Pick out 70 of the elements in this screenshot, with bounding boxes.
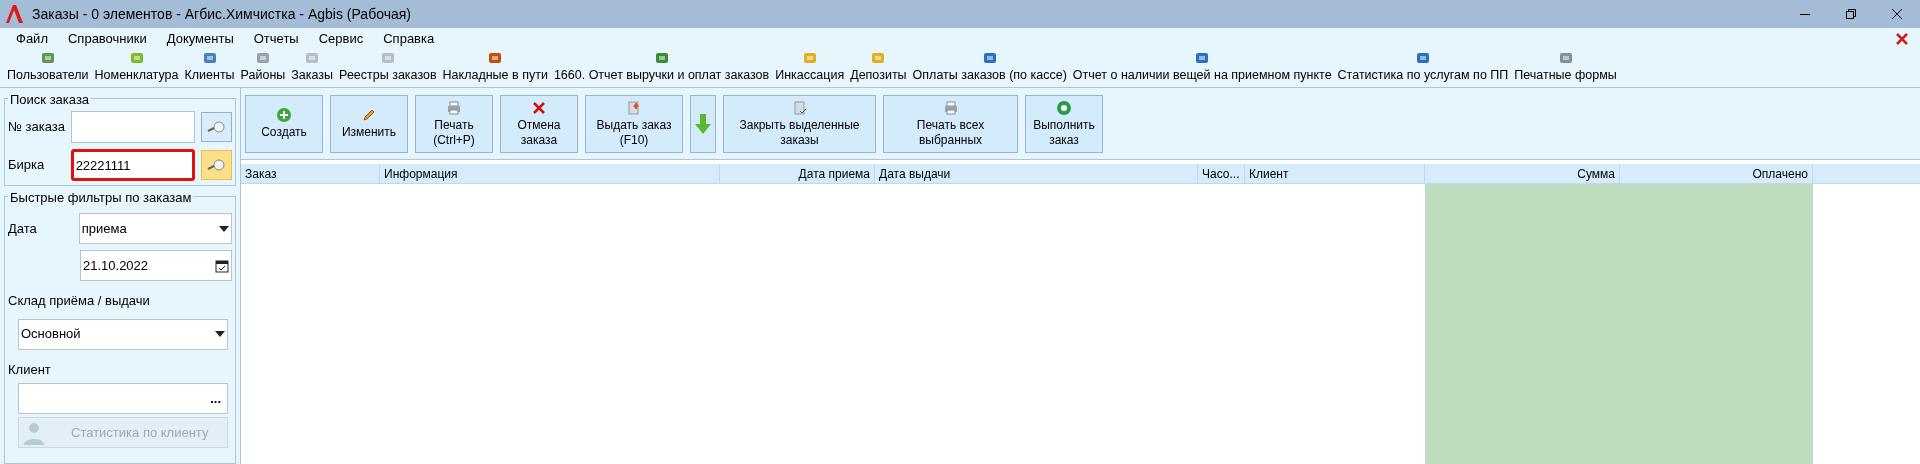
round-badge-icon xyxy=(1056,99,1072,116)
field-label: Дата xyxy=(8,219,38,238)
toolbar-button[interactable]: Статистика по услугам по ПП xyxy=(1334,50,1512,85)
warehouse-dropdown[interactable]: Основной xyxy=(18,318,228,350)
action-button[interactable]: Выполнить заказ xyxy=(1025,94,1103,153)
toolbar-button[interactable]: Накладные в пути xyxy=(439,50,551,85)
close-icon xyxy=(1892,9,1902,19)
toolbar-button[interactable]: Клиенты xyxy=(181,50,238,85)
menu-item[interactable]: Справочники xyxy=(57,29,157,49)
toolbar-button[interactable]: Номенклатура xyxy=(91,50,182,85)
cross-icon xyxy=(531,99,547,116)
date-type-dropdown[interactable]: приема xyxy=(78,213,232,244)
window-title: Заказы - 0 элементов - Агбис.Химчистка - Agbis (Рабочая) xyxy=(32,4,411,24)
menu-item[interactable]: Отчеты xyxy=(243,29,309,49)
browse-button[interactable]: ... xyxy=(204,392,227,405)
dropdown-caret-icon xyxy=(219,225,229,232)
toolbar-button[interactable]: Оплаты заказов (по кассе) xyxy=(909,50,1070,85)
column-header[interactable]: Сумма xyxy=(1425,164,1620,183)
toolbar-button[interactable]: 1660. Отчет выручки и оплат заказов xyxy=(550,50,773,85)
close-icon[interactable] xyxy=(1896,33,1908,45)
date-field[interactable]: 21.10.2022 xyxy=(80,250,232,281)
toolbar-button[interactable]: Пользователи xyxy=(4,50,92,85)
toolbar-button[interactable]: Реестры заказов xyxy=(336,50,440,85)
field-label: Бирка xyxy=(8,156,46,175)
search-field[interactable] xyxy=(70,111,195,143)
document-check-icon xyxy=(791,99,808,116)
toolbar-button[interactable]: Депозиты xyxy=(847,50,910,85)
action-button[interactable]: Выдать заказ (F10) xyxy=(585,94,683,153)
search-icon xyxy=(206,159,227,171)
action-button[interactable]: Отмена заказа xyxy=(500,94,578,153)
action-button[interactable]: Закрыть выделенные заказы xyxy=(723,94,876,153)
client-field[interactable]: ... xyxy=(18,383,228,414)
menu-item[interactable]: Документы xyxy=(156,29,244,49)
printer-icon xyxy=(446,99,462,116)
field-label: Клиент xyxy=(8,360,52,379)
minimize-icon xyxy=(1800,13,1810,15)
search-field[interactable]: 22221111 xyxy=(70,149,195,181)
plus-icon xyxy=(276,107,292,123)
toolbar-button[interactable]: Печатные формы xyxy=(1511,50,1620,85)
column-header[interactable]: Дата выдачи xyxy=(875,164,1198,183)
column-header[interactable]: Заказ xyxy=(241,164,380,183)
action-button[interactable]: Создать xyxy=(245,94,323,153)
action-button[interactable] xyxy=(690,94,716,153)
column-header[interactable]: Часо... xyxy=(1198,164,1245,183)
column-header[interactable]: Информация xyxy=(380,164,720,183)
menu-item[interactable]: Справка xyxy=(373,29,445,49)
toolbar-button[interactable]: Инкассация xyxy=(772,50,848,85)
maximize-icon xyxy=(1846,9,1856,19)
search-icon xyxy=(206,121,227,133)
field-label: № заказа xyxy=(8,118,66,137)
down-arrow-icon xyxy=(694,112,712,135)
action-button[interactable]: Изменить xyxy=(330,94,408,153)
column-header[interactable]: Оплачено xyxy=(1620,164,1813,183)
action-button[interactable]: Печать всех выбранных xyxy=(883,94,1018,153)
toolbar-button[interactable]: Районы xyxy=(237,50,289,85)
menu-item[interactable]: Сервис xyxy=(308,29,374,49)
search-button[interactable] xyxy=(200,150,232,180)
dropdown-caret-icon xyxy=(215,331,225,337)
calendar-icon xyxy=(215,258,229,273)
column-header[interactable]: Дата приема xyxy=(720,164,875,183)
search-button[interactable] xyxy=(200,112,232,142)
menu-item[interactable]: Файл xyxy=(6,29,58,49)
toolbar-button[interactable]: Отчет о наличии вещей на приемном пункте xyxy=(1069,50,1335,85)
pencil-icon xyxy=(361,107,377,123)
app-logo-icon xyxy=(4,4,24,24)
field-label: Склад приёма / выдачи xyxy=(8,292,151,310)
printer-icon xyxy=(942,99,959,116)
toolbar-button[interactable]: Заказы xyxy=(288,50,337,85)
action-button[interactable]: Печать (Ctrl+P) xyxy=(415,94,493,153)
column-header[interactable]: Клиент xyxy=(1245,164,1425,183)
